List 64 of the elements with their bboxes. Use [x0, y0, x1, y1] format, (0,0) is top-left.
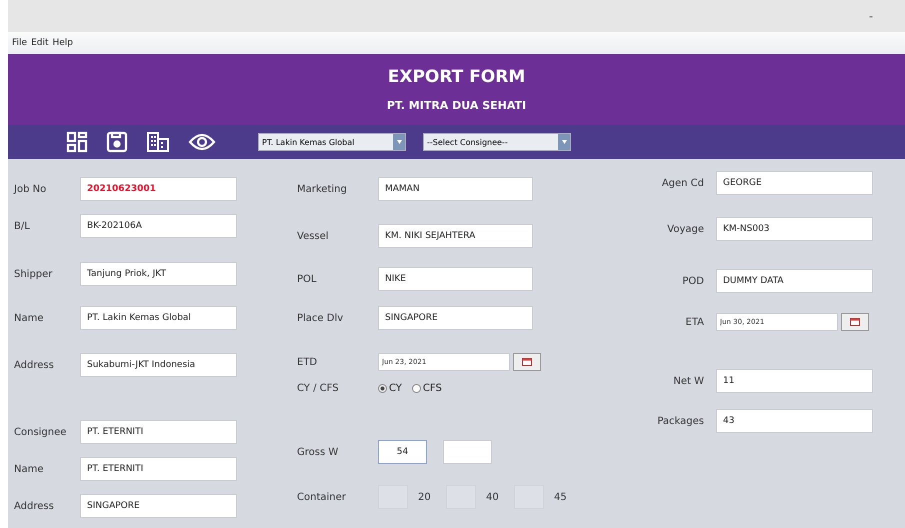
caret-icon: [396, 140, 402, 144]
calendar-icon: [850, 318, 860, 326]
text-field[interactable]: PT. Lakin Kemas Global: [80, 306, 237, 330]
text-field[interactable]: NIKE: [378, 267, 533, 291]
building-icon[interactable]: [146, 131, 170, 153]
field-label: Vessel: [297, 230, 330, 242]
field-label: Net W: [672, 376, 705, 386]
radio-option[interactable]: CFS: [412, 382, 442, 394]
menu-item[interactable]: Edit: [31, 38, 48, 48]
size-label: 45: [554, 492, 568, 502]
field-label: Address: [14, 500, 55, 512]
field-label: Agen Cd: [660, 178, 705, 188]
calendar-button[interactable]: [513, 353, 541, 371]
text-field[interactable]: Sukabumi-JKT Indonesia: [80, 353, 237, 377]
weight-field[interactable]: 54: [378, 440, 427, 464]
text-field[interactable]: KM-NS003: [716, 217, 873, 241]
menu-item[interactable]: Help: [52, 38, 74, 48]
field-label: Name: [14, 464, 45, 474]
field-label: Gross W: [297, 446, 340, 458]
dropdown[interactable]: PT. Lakin Kemas Global: [258, 133, 406, 151]
field-label: ETA: [684, 316, 705, 328]
field-label: CY / CFS: [297, 382, 340, 394]
dashboard-icon[interactable]: [66, 131, 88, 153]
field-label: Name: [14, 312, 45, 324]
caret-icon: [562, 140, 566, 144]
text-field[interactable]: MAMAN: [378, 177, 533, 201]
minimize-button[interactable]: -: [865, 9, 877, 23]
field-label: Voyage: [666, 224, 705, 234]
field-label: Address: [14, 360, 55, 370]
calendar-button[interactable]: [841, 313, 869, 331]
calendar-icon: [522, 358, 532, 366]
field-label: B/L: [14, 220, 31, 232]
field-label: Container: [297, 492, 347, 502]
text-field[interactable]: KM. NIKI SEJAHTERA: [378, 224, 533, 248]
field-label: Packages: [656, 416, 705, 426]
text-field[interactable]: DUMMY DATA: [716, 269, 873, 293]
field-label: Place Dlv: [297, 312, 344, 324]
text-field[interactable]: PT. ETERNITI: [80, 420, 237, 444]
size-label: 40: [486, 492, 500, 502]
text-field[interactable]: SINGAPORE: [80, 494, 237, 518]
field-label: Job No: [14, 184, 48, 194]
menu-item[interactable]: File: [12, 38, 28, 48]
field-label: Consignee: [14, 426, 68, 438]
radio-option[interactable]: CY: [378, 382, 402, 394]
text-field[interactable]: PT. ETERNITI: [80, 457, 237, 481]
dropdown[interactable]: --Select Consignee--: [423, 133, 571, 151]
text-field[interactable]: 20210623001: [80, 177, 237, 201]
size-label: 20: [418, 492, 432, 502]
text-field[interactable]: GEORGE: [716, 171, 873, 195]
form-title: EXPORT FORM: [388, 67, 526, 87]
text-field[interactable]: 11: [716, 369, 873, 393]
unit-field[interactable]: [443, 440, 492, 464]
text-field[interactable]: Tanjung Priok, JKT: [80, 262, 237, 286]
text-field[interactable]: BK-202106A: [80, 214, 237, 238]
text-field[interactable]: 43: [716, 409, 873, 433]
field-label: POD: [681, 276, 705, 286]
field-label: Shipper: [14, 268, 54, 280]
save-icon[interactable]: [106, 131, 128, 153]
company-name: PT. MITRA DUA SEHATI: [386, 99, 526, 112]
eye-icon[interactable]: [188, 132, 216, 152]
field-label: ETD: [297, 356, 318, 368]
field-label: POL: [297, 274, 318, 284]
text-field[interactable]: SINGAPORE: [378, 306, 533, 330]
field-label: Marketing: [297, 184, 348, 194]
